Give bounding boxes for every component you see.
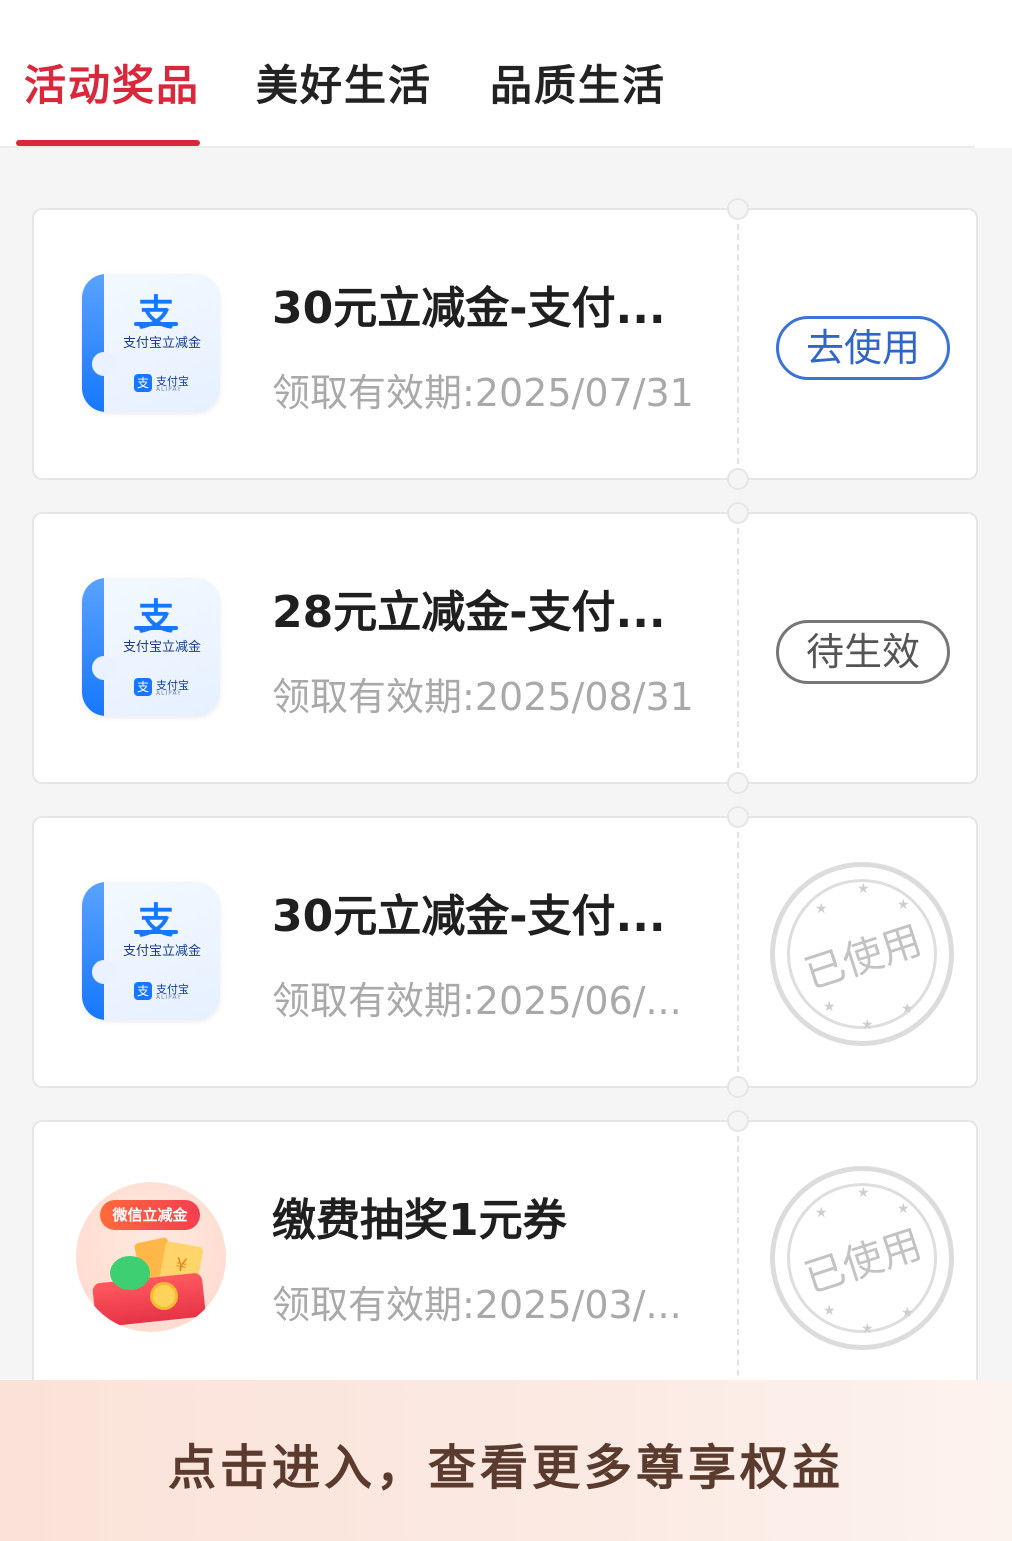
coupon-card[interactable]: 支 支付宝立减金 支 支付宝 ALIPAY 28元立减金-支付... 领取有效期… <box>32 502 978 794</box>
icon-gift-box <box>92 1272 206 1328</box>
coupon-card[interactable]: 支 支付宝立减金 支 支付宝 ALIPAY 30元立减金-支付... 领取有效期… <box>32 806 978 1098</box>
icon-caption: 支付宝立减金 <box>122 640 201 655</box>
alipay-coupon-icon: 支 支付宝立减金 支 支付宝 ALIPAY <box>82 578 220 716</box>
icon-chat-bubble <box>110 1256 150 1290</box>
use-coupon-button[interactable]: 去使用 <box>776 316 950 380</box>
icon-caption: 支付宝立减金 <box>122 336 201 351</box>
alipay-mark-icon: 支 <box>134 678 152 696</box>
wechat-coupon-icon: ¥ 微信立减金 <box>76 1182 226 1332</box>
coupon-expiry: 领取有效期:2025/03/... <box>272 1283 682 1327</box>
card-separator <box>737 1136 739 1396</box>
coupon-title: 30元立减金-支付... <box>272 891 666 942</box>
icon-notch <box>92 960 116 984</box>
card-notch <box>727 772 749 794</box>
tab-bar: 活动奖品 美好生活 品质生活 <box>0 0 1012 148</box>
wechat-badge: 微信立减金 <box>100 1200 200 1230</box>
icon-coin <box>150 1282 178 1310</box>
coupon-title: 28元立减金-支付... <box>272 587 666 638</box>
alipay-brand-en: ALIPAY <box>156 386 182 393</box>
alipay-mark-icon: 支 <box>134 374 152 392</box>
star-icon: ★ <box>861 1017 874 1033</box>
card-notch <box>727 806 749 828</box>
card-separator <box>737 528 739 768</box>
coupon-card[interactable]: ¥ 微信立减金 缴费抽奖1元券 领取有效期:2025/03/... ★ ★ ★ … <box>32 1110 978 1410</box>
alipay-glyph-underline <box>134 626 178 630</box>
icon-caption: 支付宝立减金 <box>122 944 201 959</box>
star-icon: ★ <box>815 1205 828 1221</box>
coupon-title: 缴费抽奖1元券 <box>272 1195 567 1246</box>
banner-text: 点击进入，查看更多尊享权益 <box>167 1440 844 1496</box>
card-notch <box>727 1110 749 1132</box>
alipay-glyph: 支 <box>137 293 174 334</box>
alipay-glyph-underline <box>134 930 178 934</box>
alipay-glyph: 支 <box>137 597 174 638</box>
coupon-card[interactable]: 支 支付宝立减金 支 支付宝 ALIPAY 30元立减金-支付... 领取有效期… <box>32 198 978 490</box>
tab-activity-prizes[interactable]: 活动奖品 <box>24 52 200 113</box>
icon-stripe <box>82 274 104 412</box>
icon-notch <box>92 656 116 680</box>
icon-stripe <box>82 882 104 1020</box>
alipay-coupon-icon: 支 支付宝立减金 支 支付宝 ALIPAY <box>82 274 220 412</box>
tab-quality-life[interactable]: 品质生活 <box>490 52 666 113</box>
tab-good-life[interactable]: 美好生活 <box>256 52 432 113</box>
icon-stripe <box>82 578 104 716</box>
star-icon: ★ <box>861 1321 874 1337</box>
used-stamp-icon: ★ ★ ★ ★ ★ ★ 已使用 <box>770 1166 954 1350</box>
coupon-expiry: 领取有效期:2025/07/31 <box>272 371 694 415</box>
card-notch <box>727 502 749 524</box>
alipay-brand-en: ALIPAY <box>156 994 182 1001</box>
star-icon: ★ <box>815 901 828 917</box>
star-icon: ★ <box>823 999 836 1015</box>
alipay-glyph: 支 <box>137 901 174 942</box>
coupon-expiry: 领取有效期:2025/08/31 <box>272 675 694 719</box>
star-icon: ★ <box>857 1185 870 1201</box>
alipay-coupon-icon: 支 支付宝立减金 支 支付宝 ALIPAY <box>82 882 220 1020</box>
card-separator <box>737 832 739 1072</box>
used-stamp-icon: ★ ★ ★ ★ ★ ★ 已使用 <box>770 862 954 1046</box>
coupon-expiry: 领取有效期:2025/06/... <box>272 979 682 1023</box>
star-icon: ★ <box>823 1303 836 1319</box>
alipay-glyph-underline <box>134 322 178 326</box>
card-notch <box>727 1076 749 1098</box>
star-icon: ★ <box>901 1001 914 1017</box>
card-separator <box>737 224 739 464</box>
card-notch <box>727 198 749 220</box>
card-notch <box>727 468 749 490</box>
icon-notch <box>92 352 116 376</box>
coupon-title: 30元立减金-支付... <box>272 283 666 334</box>
star-icon: ★ <box>901 1305 914 1321</box>
star-icon: ★ <box>857 881 870 897</box>
tabs-divider <box>0 146 975 148</box>
alipay-mark-icon: 支 <box>134 982 152 1000</box>
pending-status-badge: 待生效 <box>776 620 950 684</box>
alipay-brand-en: ALIPAY <box>156 690 182 697</box>
more-benefits-banner[interactable]: 点击进入，查看更多尊享权益 <box>0 1380 1012 1541</box>
